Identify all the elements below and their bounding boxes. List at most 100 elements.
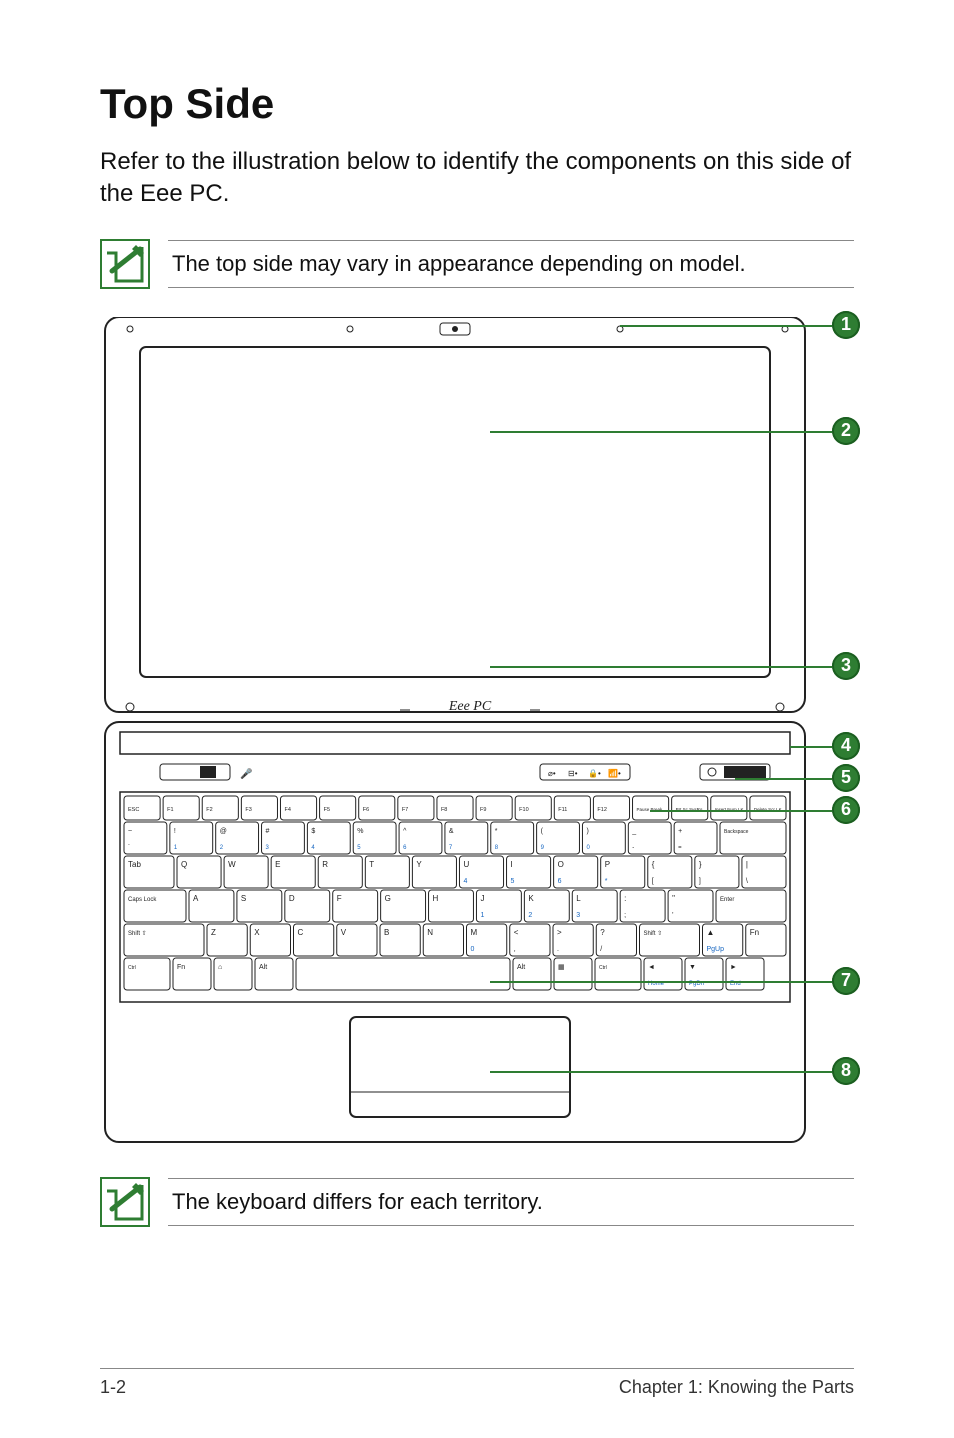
key-label: Z (211, 928, 216, 937)
key-label: F4 (284, 807, 290, 813)
key-label: X (254, 928, 260, 937)
callout-line-8 (490, 1071, 832, 1073)
key-sublabel: 2 (528, 912, 532, 919)
callout-line-4 (790, 746, 832, 748)
key-label: W (228, 860, 236, 869)
key-label: B (384, 928, 389, 937)
key (554, 958, 592, 990)
key-label: E (275, 860, 280, 869)
key-label: * (495, 828, 498, 835)
key-label: $ (311, 828, 315, 835)
key-sublabel: * (605, 878, 608, 885)
key (595, 958, 641, 990)
key-label: { (652, 860, 655, 869)
key-label: + (678, 828, 682, 835)
key-sublabel: ; (624, 912, 626, 919)
key-label: ! (174, 828, 176, 835)
key-label: M (471, 928, 478, 937)
svg-text:🔒•: 🔒• (588, 769, 601, 778)
key-label: ▲ (707, 928, 715, 937)
key-label: F6 (363, 807, 369, 813)
key-sublabel: 0 (471, 946, 475, 953)
callout-1: 1 (832, 311, 860, 339)
key-sublabel: ` (128, 845, 130, 851)
key-label: Enter (720, 897, 734, 903)
page-title: Top Side (100, 80, 854, 128)
callout-line-6 (650, 810, 832, 812)
svg-text:🎤: 🎤 (240, 767, 253, 780)
key (173, 958, 211, 990)
key-label: T (369, 860, 374, 869)
key-label: C (298, 928, 304, 937)
logo-text: Eee PC (448, 699, 492, 714)
key-sublabel: 1 (480, 912, 484, 919)
key-label: A (193, 894, 199, 903)
key-label: S (241, 894, 246, 903)
key-label: _ (631, 828, 636, 835)
note-2-text: The keyboard differs for each territory. (168, 1178, 854, 1226)
key-label: Alt (259, 964, 267, 971)
key-label: F9 (480, 807, 486, 813)
key (124, 958, 170, 990)
key-label: Fn (177, 964, 185, 971)
svg-text:⌀•: ⌀• (548, 769, 556, 778)
key-label: & (449, 828, 454, 835)
key-label: % (357, 828, 363, 835)
key-label: ) (586, 828, 588, 835)
key (296, 958, 510, 990)
key-label: Ctrl (599, 965, 607, 971)
key-sublabel: ' (672, 912, 673, 919)
note-1: The top side may vary in appearance depe… (100, 239, 854, 289)
key (124, 890, 186, 922)
callout-line-3 (490, 666, 832, 668)
key-label: N (427, 928, 433, 937)
key-label: F1 (167, 807, 173, 813)
key-sublabel: = (678, 845, 682, 851)
key-sublabel: - (632, 845, 634, 851)
callout-line-1 (620, 325, 832, 327)
key-sublabel: [ (652, 878, 654, 885)
callout-7: 7 (832, 967, 860, 995)
key (214, 958, 252, 990)
callout-5: 5 (832, 764, 860, 792)
callout-line-2 (490, 431, 832, 433)
key-label: O (558, 860, 564, 869)
key-label: } (699, 860, 702, 869)
key-label: U (463, 860, 469, 869)
key-label: Tab (128, 860, 141, 869)
laptop-diagram: Eee PC 🎤 ⌀• ⊟• 🔒• 📶• ESCF1F2F3F4F5F6F7F8… (100, 317, 820, 1147)
key-sublabel: 5 (511, 878, 515, 885)
callout-line-7 (490, 981, 832, 983)
key-label: F (337, 894, 342, 903)
key-label: Caps Lock (128, 897, 157, 903)
key-label: I (511, 860, 513, 869)
svg-text:⊟•: ⊟• (568, 769, 578, 778)
key-label: Ctrl (128, 965, 136, 971)
key-sublabel: PgUp (707, 946, 725, 953)
key-label: Fn (750, 928, 759, 937)
footer-page-number: 1-2 (100, 1377, 126, 1398)
key-label: F8 (441, 807, 447, 813)
key-label: | (746, 860, 748, 869)
svg-text:📶•: 📶• (608, 768, 621, 778)
key-label: F10 (519, 807, 528, 813)
key (620, 890, 665, 922)
key-label: ~ (128, 828, 132, 835)
key (716, 890, 786, 922)
callout-3: 3 (832, 652, 860, 680)
key-label: F3 (245, 807, 251, 813)
key-label: F12 (597, 807, 606, 813)
key-sublabel: \ (746, 878, 748, 885)
key-sublabel: 6 (558, 878, 562, 885)
callout-4: 4 (832, 732, 860, 760)
key-label: Alt (517, 964, 525, 971)
key-label: Backspace (724, 829, 749, 835)
key-sublabel: ] (699, 878, 701, 885)
key-label: R (322, 860, 328, 869)
key-label: ESC (128, 807, 139, 813)
key-label: @ (220, 828, 227, 835)
callout-line-5 (735, 778, 832, 780)
key-label: F11 (558, 807, 567, 813)
intro-text: Refer to the illustration below to ident… (100, 146, 854, 211)
key-label: < (514, 928, 519, 937)
